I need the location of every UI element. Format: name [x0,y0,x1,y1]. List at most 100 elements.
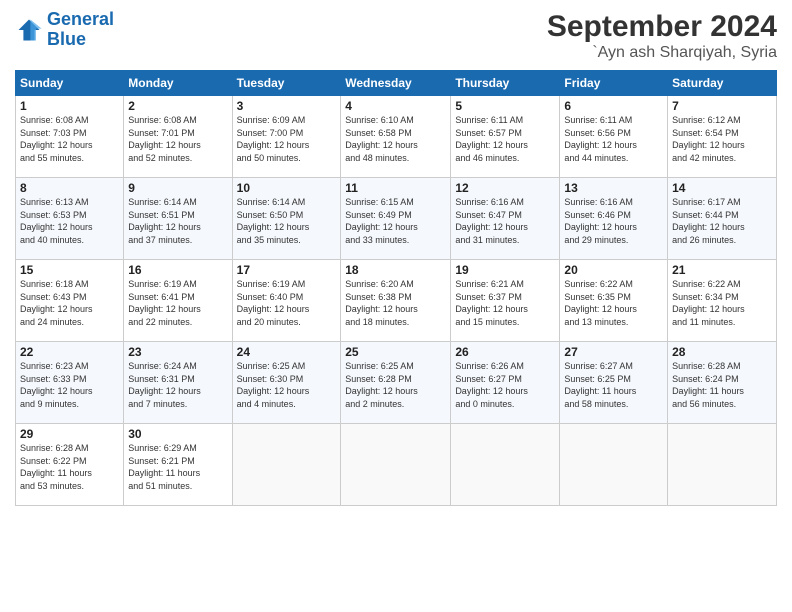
day-info: Sunrise: 6:14 AM Sunset: 6:50 PM Dayligh… [237,196,337,246]
day-info: Sunrise: 6:24 AM Sunset: 6:31 PM Dayligh… [128,360,227,410]
cell-w4-d6: 27Sunrise: 6:27 AM Sunset: 6:25 PM Dayli… [560,342,668,424]
cell-w1-d5: 5Sunrise: 6:11 AM Sunset: 6:57 PM Daylig… [451,96,560,178]
cell-w1-d3: 3Sunrise: 6:09 AM Sunset: 7:00 PM Daylig… [232,96,341,178]
day-number: 30 [128,427,227,441]
week-row-2: 8Sunrise: 6:13 AM Sunset: 6:53 PM Daylig… [16,178,777,260]
day-number: 22 [20,345,119,359]
cell-w5-d2: 30Sunrise: 6:29 AM Sunset: 6:21 PM Dayli… [124,424,232,506]
day-info: Sunrise: 6:27 AM Sunset: 6:25 PM Dayligh… [564,360,663,410]
day-number: 9 [128,181,227,195]
day-number: 7 [672,99,772,113]
day-number: 18 [345,263,446,277]
cell-w4-d2: 23Sunrise: 6:24 AM Sunset: 6:31 PM Dayli… [124,342,232,424]
week-row-4: 22Sunrise: 6:23 AM Sunset: 6:33 PM Dayli… [16,342,777,424]
day-number: 19 [455,263,555,277]
day-info: Sunrise: 6:12 AM Sunset: 6:54 PM Dayligh… [672,114,772,164]
cell-w3-d4: 18Sunrise: 6:20 AM Sunset: 6:38 PM Dayli… [341,260,451,342]
day-number: 5 [455,99,555,113]
cell-w2-d6: 13Sunrise: 6:16 AM Sunset: 6:46 PM Dayli… [560,178,668,260]
day-number: 24 [237,345,337,359]
day-info: Sunrise: 6:13 AM Sunset: 6:53 PM Dayligh… [20,196,119,246]
week-row-5: 29Sunrise: 6:28 AM Sunset: 6:22 PM Dayli… [16,424,777,506]
logo-blue: Blue [47,29,86,49]
day-info: Sunrise: 6:08 AM Sunset: 7:01 PM Dayligh… [128,114,227,164]
cell-w2-d5: 12Sunrise: 6:16 AM Sunset: 6:47 PM Dayli… [451,178,560,260]
header-thursday: Thursday [451,71,560,96]
day-info: Sunrise: 6:22 AM Sunset: 6:34 PM Dayligh… [672,278,772,328]
day-info: Sunrise: 6:21 AM Sunset: 6:37 PM Dayligh… [455,278,555,328]
day-number: 3 [237,99,337,113]
day-number: 11 [345,181,446,195]
day-number: 15 [20,263,119,277]
week-row-1: 1Sunrise: 6:08 AM Sunset: 7:03 PM Daylig… [16,96,777,178]
week-row-3: 15Sunrise: 6:18 AM Sunset: 6:43 PM Dayli… [16,260,777,342]
day-info: Sunrise: 6:10 AM Sunset: 6:58 PM Dayligh… [345,114,446,164]
logo: General Blue [15,10,114,50]
day-number: 17 [237,263,337,277]
day-info: Sunrise: 6:25 AM Sunset: 6:28 PM Dayligh… [345,360,446,410]
header-row: Sunday Monday Tuesday Wednesday Thursday… [16,71,777,96]
day-number: 2 [128,99,227,113]
day-info: Sunrise: 6:20 AM Sunset: 6:38 PM Dayligh… [345,278,446,328]
header: General Blue September 2024 `Ayn ash Sha… [15,10,777,62]
day-number: 13 [564,181,663,195]
cell-w1-d1: 1Sunrise: 6:08 AM Sunset: 7:03 PM Daylig… [16,96,124,178]
day-number: 21 [672,263,772,277]
day-number: 14 [672,181,772,195]
cell-w3-d5: 19Sunrise: 6:21 AM Sunset: 6:37 PM Dayli… [451,260,560,342]
day-number: 25 [345,345,446,359]
cell-w3-d3: 17Sunrise: 6:19 AM Sunset: 6:40 PM Dayli… [232,260,341,342]
day-info: Sunrise: 6:19 AM Sunset: 6:40 PM Dayligh… [237,278,337,328]
day-number: 20 [564,263,663,277]
day-number: 16 [128,263,227,277]
cell-w2-d1: 8Sunrise: 6:13 AM Sunset: 6:53 PM Daylig… [16,178,124,260]
cell-w4-d1: 22Sunrise: 6:23 AM Sunset: 6:33 PM Dayli… [16,342,124,424]
logo-icon [15,16,43,44]
day-number: 26 [455,345,555,359]
cell-w3-d2: 16Sunrise: 6:19 AM Sunset: 6:41 PM Dayli… [124,260,232,342]
cell-w3-d6: 20Sunrise: 6:22 AM Sunset: 6:35 PM Dayli… [560,260,668,342]
cell-w4-d4: 25Sunrise: 6:25 AM Sunset: 6:28 PM Dayli… [341,342,451,424]
header-tuesday: Tuesday [232,71,341,96]
cell-w1-d4: 4Sunrise: 6:10 AM Sunset: 6:58 PM Daylig… [341,96,451,178]
page: General Blue September 2024 `Ayn ash Sha… [0,0,792,612]
day-number: 10 [237,181,337,195]
day-info: Sunrise: 6:16 AM Sunset: 6:47 PM Dayligh… [455,196,555,246]
day-info: Sunrise: 6:11 AM Sunset: 6:56 PM Dayligh… [564,114,663,164]
header-saturday: Saturday [668,71,777,96]
cell-w5-d6 [560,424,668,506]
cell-w3-d7: 21Sunrise: 6:22 AM Sunset: 6:34 PM Dayli… [668,260,777,342]
day-info: Sunrise: 6:17 AM Sunset: 6:44 PM Dayligh… [672,196,772,246]
day-info: Sunrise: 6:11 AM Sunset: 6:57 PM Dayligh… [455,114,555,164]
cell-w2-d2: 9Sunrise: 6:14 AM Sunset: 6:51 PM Daylig… [124,178,232,260]
header-friday: Friday [560,71,668,96]
day-number: 29 [20,427,119,441]
cell-w4-d7: 28Sunrise: 6:28 AM Sunset: 6:24 PM Dayli… [668,342,777,424]
cell-w5-d7 [668,424,777,506]
day-info: Sunrise: 6:28 AM Sunset: 6:22 PM Dayligh… [20,442,119,492]
sub-title: `Ayn ash Sharqiyah, Syria [547,44,777,62]
title-block: September 2024 `Ayn ash Sharqiyah, Syria [547,10,777,62]
cell-w5-d3 [232,424,341,506]
cell-w5-d1: 29Sunrise: 6:28 AM Sunset: 6:22 PM Dayli… [16,424,124,506]
day-number: 1 [20,99,119,113]
day-info: Sunrise: 6:19 AM Sunset: 6:41 PM Dayligh… [128,278,227,328]
cell-w4-d5: 26Sunrise: 6:26 AM Sunset: 6:27 PM Dayli… [451,342,560,424]
logo-general: General [47,9,114,29]
cell-w1-d2: 2Sunrise: 6:08 AM Sunset: 7:01 PM Daylig… [124,96,232,178]
day-info: Sunrise: 6:08 AM Sunset: 7:03 PM Dayligh… [20,114,119,164]
header-wednesday: Wednesday [341,71,451,96]
cell-w1-d7: 7Sunrise: 6:12 AM Sunset: 6:54 PM Daylig… [668,96,777,178]
day-info: Sunrise: 6:23 AM Sunset: 6:33 PM Dayligh… [20,360,119,410]
cell-w5-d4 [341,424,451,506]
cell-w2-d3: 10Sunrise: 6:14 AM Sunset: 6:50 PM Dayli… [232,178,341,260]
header-sunday: Sunday [16,71,124,96]
day-info: Sunrise: 6:18 AM Sunset: 6:43 PM Dayligh… [20,278,119,328]
calendar-table: Sunday Monday Tuesday Wednesday Thursday… [15,70,777,506]
day-number: 23 [128,345,227,359]
cell-w4-d3: 24Sunrise: 6:25 AM Sunset: 6:30 PM Dayli… [232,342,341,424]
main-title: September 2024 [547,10,777,44]
day-number: 6 [564,99,663,113]
day-number: 27 [564,345,663,359]
day-number: 4 [345,99,446,113]
